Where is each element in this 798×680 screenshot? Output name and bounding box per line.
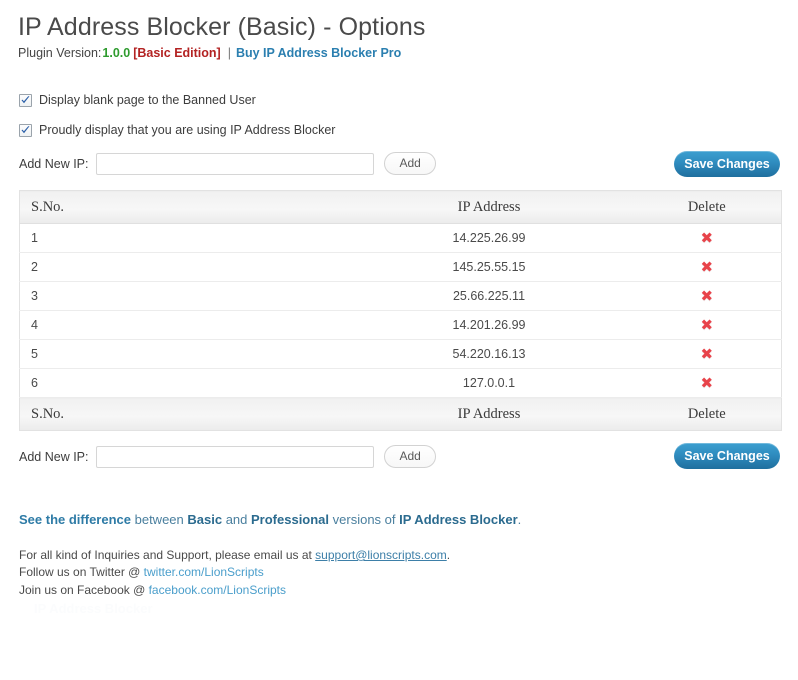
diff-text-end: . bbox=[517, 512, 522, 527]
diff-professional-label: Professional bbox=[251, 512, 330, 527]
option-blank-page-row[interactable]: Display blank page to the Banned User bbox=[19, 92, 256, 108]
cell-ip: 25.66.225.11 bbox=[345, 281, 633, 311]
cell-delete: ✖ bbox=[632, 223, 782, 253]
add-ip-input-top[interactable] bbox=[96, 152, 375, 175]
facebook-line: Join us on Facebook @ facebook.com/LionS… bbox=[19, 582, 286, 598]
table-row: 2 145.25.55.15 ✖ bbox=[19, 252, 782, 282]
table-foot: S.No. IP Address Delete bbox=[19, 397, 782, 431]
version-separator: | bbox=[227, 46, 231, 60]
add-ip-row-bottom: Add New IP: Add bbox=[19, 445, 436, 468]
diff-text-1: between bbox=[131, 512, 188, 527]
delete-icon[interactable]: ✖ bbox=[700, 288, 713, 304]
table-header-row: S.No. IP Address Delete bbox=[19, 190, 782, 224]
page-title: IP Address Blocker (Basic) - Options bbox=[18, 13, 426, 41]
support-period: . bbox=[446, 548, 451, 562]
blocked-ip-table: S.No. IP Address Delete 1 14.225.26.99 ✖… bbox=[19, 190, 782, 431]
cell-delete: ✖ bbox=[632, 252, 782, 282]
cell-delete: ✖ bbox=[632, 368, 782, 398]
support-email-link[interactable]: support@lionscripts.com bbox=[315, 548, 447, 562]
cell-delete: ✖ bbox=[632, 281, 782, 311]
table-row: 3 25.66.225.11 ✖ bbox=[19, 281, 782, 311]
twitter-link[interactable]: twitter.com/LionScripts bbox=[144, 565, 264, 579]
cell-ip: 14.201.26.99 bbox=[345, 310, 633, 340]
cell-sno: 3 bbox=[19, 281, 346, 311]
table-row: 4 14.201.26.99 ✖ bbox=[19, 310, 782, 340]
diff-basic-label: Basic bbox=[187, 512, 223, 527]
column-header-sno: S.No. bbox=[19, 190, 346, 224]
see-the-difference-link[interactable]: See the difference bbox=[19, 512, 131, 527]
save-changes-button-top[interactable]: Save Changes bbox=[674, 151, 780, 177]
options-page: IP Address Blocker (Basic) - Options Plu… bbox=[0, 0, 798, 680]
diff-product-label: IP Address Blocker bbox=[399, 512, 518, 527]
compare-versions-line: See the difference between Basic and Pro… bbox=[19, 511, 521, 528]
diff-text-3: versions of bbox=[329, 512, 400, 527]
cell-ip: 127.0.0.1 bbox=[345, 368, 633, 398]
twitter-text: Follow us on Twitter @ bbox=[19, 565, 144, 579]
cell-ip: 145.25.55.15 bbox=[345, 252, 633, 282]
diff-text-2: and bbox=[222, 512, 251, 527]
facebook-link[interactable]: facebook.com/LionScripts bbox=[149, 583, 286, 597]
cell-ip: 54.220.16.13 bbox=[345, 339, 633, 369]
cell-delete: ✖ bbox=[632, 310, 782, 340]
plugin-version-line: Plugin Version:1.0.0 [Basic Edition] | Buy … bbox=[18, 45, 401, 61]
twitter-line: Follow us on Twitter @ twitter.com/LionS… bbox=[19, 564, 264, 580]
version-number: 1.0.0 bbox=[102, 46, 131, 60]
column-footer-delete: Delete bbox=[632, 397, 782, 431]
column-footer-sno: S.No. bbox=[19, 397, 346, 431]
delete-icon[interactable]: ✖ bbox=[700, 259, 713, 275]
edition-badge: [Basic Edition] bbox=[133, 46, 221, 60]
checkmark-icon bbox=[21, 95, 30, 103]
checkbox-proudly-display[interactable] bbox=[19, 123, 32, 137]
delete-icon[interactable]: ✖ bbox=[700, 375, 713, 391]
add-ip-label-top: Add New IP: bbox=[19, 156, 89, 171]
buy-pro-link[interactable]: Buy IP Address Blocker Pro bbox=[236, 46, 401, 60]
table-row: 6 127.0.0.1 ✖ bbox=[19, 368, 782, 398]
cell-delete: ✖ bbox=[632, 339, 782, 369]
cell-ip: 14.225.26.99 bbox=[345, 223, 633, 253]
support-text: For all kind of Inquiries and Support, p… bbox=[19, 548, 316, 562]
add-ip-button-bottom[interactable]: Add bbox=[384, 445, 436, 468]
support-line: For all kind of Inquiries and Support, p… bbox=[19, 547, 450, 563]
column-header-ip: IP Address bbox=[345, 190, 633, 224]
checkbox-blank-page[interactable] bbox=[19, 93, 32, 107]
column-footer-ip: IP Address bbox=[345, 397, 633, 431]
version-label: Plugin Version: bbox=[18, 46, 102, 60]
checkmark-icon bbox=[21, 125, 30, 133]
option-blank-page-label: Display blank page to the Banned User bbox=[39, 93, 256, 107]
table-footer-row: S.No. IP Address Delete bbox=[19, 397, 782, 431]
option-proudly-display-label: Proudly display that you are using IP Ad… bbox=[39, 123, 336, 137]
cell-sno: 5 bbox=[19, 339, 346, 369]
cell-sno: 1 bbox=[19, 223, 346, 253]
add-ip-row-top: Add New IP: Add bbox=[19, 152, 436, 175]
table-row: 5 54.220.16.13 ✖ bbox=[19, 339, 782, 369]
table-row: 1 14.225.26.99 ✖ bbox=[19, 223, 782, 253]
column-header-delete: Delete bbox=[632, 190, 782, 224]
table-body: 1 14.225.26.99 ✖ 2 145.25.55.15 ✖ 3 25.6… bbox=[19, 223, 782, 398]
add-ip-button-top[interactable]: Add bbox=[384, 152, 436, 175]
save-changes-button-bottom[interactable]: Save Changes bbox=[674, 443, 780, 469]
watermark-text: IP Address Blocker bbox=[34, 601, 153, 616]
cell-sno: 6 bbox=[19, 368, 346, 398]
delete-icon[interactable]: ✖ bbox=[700, 317, 713, 333]
option-proudly-display-row[interactable]: Proudly display that you are using IP Ad… bbox=[19, 122, 335, 138]
cell-sno: 4 bbox=[19, 310, 346, 340]
delete-icon[interactable]: ✖ bbox=[700, 230, 713, 246]
table-head: S.No. IP Address Delete bbox=[19, 190, 782, 224]
add-ip-input-bottom[interactable] bbox=[96, 445, 375, 468]
cell-sno: 2 bbox=[19, 252, 346, 282]
add-ip-label-bottom: Add New IP: bbox=[19, 449, 89, 464]
delete-icon[interactable]: ✖ bbox=[700, 346, 713, 362]
facebook-text: Join us on Facebook @ bbox=[19, 583, 149, 597]
